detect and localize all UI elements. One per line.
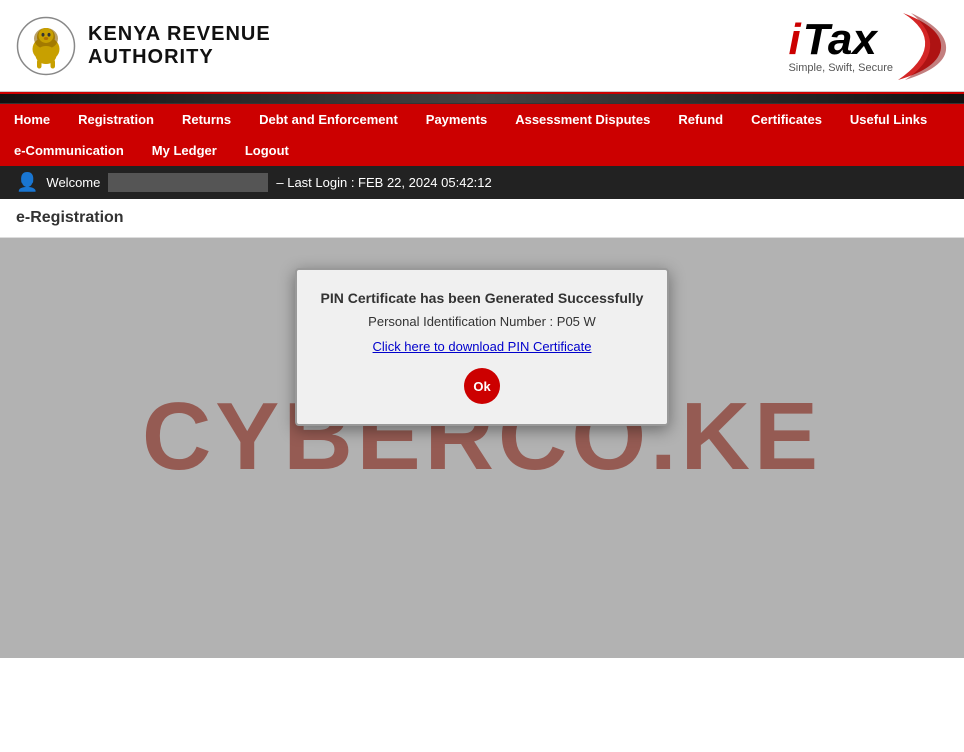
pin-label: Personal Identification Number : P05 bbox=[368, 314, 580, 329]
itax-logo: i Tax Simple, Swift, Secure bbox=[788, 18, 893, 74]
pin-success-modal: PIN Certificate has been Generated Succe… bbox=[295, 268, 670, 426]
nav-assessment-disputes[interactable]: Assessment Disputes bbox=[501, 104, 664, 135]
modal-pin-row: Personal Identification Number : P05 W bbox=[321, 314, 644, 329]
nav-logout[interactable]: Logout bbox=[231, 135, 303, 166]
welcome-bar: 👤 Welcome – Last Login : FEB 22, 2024 05… bbox=[0, 166, 964, 199]
modal-title: PIN Certificate has been Generated Succe… bbox=[321, 290, 644, 306]
itax-tax-text: Tax bbox=[803, 18, 877, 62]
nav-bar: Home Registration Returns Debt and Enfor… bbox=[0, 104, 964, 166]
main-content: CYBERCO.KE PIN Certificate has been Gene… bbox=[0, 238, 964, 658]
pin-suffix: W bbox=[584, 314, 596, 329]
nav-e-communication[interactable]: e-Communication bbox=[0, 135, 138, 166]
nav-returns[interactable]: Returns bbox=[168, 104, 245, 135]
itax-swoosh-icon bbox=[893, 8, 948, 83]
nav-registration[interactable]: Registration bbox=[64, 104, 168, 135]
download-pin-link[interactable]: Click here to download PIN Certificate bbox=[321, 339, 644, 354]
kra-logo-icon bbox=[16, 16, 76, 76]
divider-bar bbox=[0, 92, 964, 104]
itax-brand: i Tax Simple, Swift, Secure bbox=[788, 8, 948, 83]
header: Kenya Revenue Authority i Tax Simple, Sw… bbox=[0, 0, 964, 92]
user-icon: 👤 bbox=[16, 172, 38, 193]
user-name-field[interactable] bbox=[108, 173, 268, 192]
nav-refund[interactable]: Refund bbox=[664, 104, 737, 135]
modal-ok-button[interactable]: Ok bbox=[464, 368, 500, 404]
nav-payments[interactable]: Payments bbox=[412, 104, 501, 135]
itax-i-letter: i bbox=[788, 18, 800, 62]
nav-debt-enforcement[interactable]: Debt and Enforcement bbox=[245, 104, 412, 135]
last-login-text: – Last Login : FEB 22, 2024 05:42:12 bbox=[276, 175, 491, 190]
kra-brand: Kenya Revenue Authority bbox=[16, 16, 271, 76]
modal-overlay: PIN Certificate has been Generated Succe… bbox=[0, 238, 964, 658]
page-title: e-Registration bbox=[0, 199, 964, 238]
nav-certificates[interactable]: Certificates bbox=[737, 104, 836, 135]
itax-tagline: Simple, Swift, Secure bbox=[788, 62, 893, 74]
nav-useful-links[interactable]: Useful Links bbox=[836, 104, 941, 135]
kra-title: Kenya Revenue Authority bbox=[88, 23, 271, 69]
nav-home[interactable]: Home bbox=[0, 104, 64, 135]
welcome-label: Welcome bbox=[46, 175, 100, 190]
nav-my-ledger[interactable]: My Ledger bbox=[138, 135, 231, 166]
